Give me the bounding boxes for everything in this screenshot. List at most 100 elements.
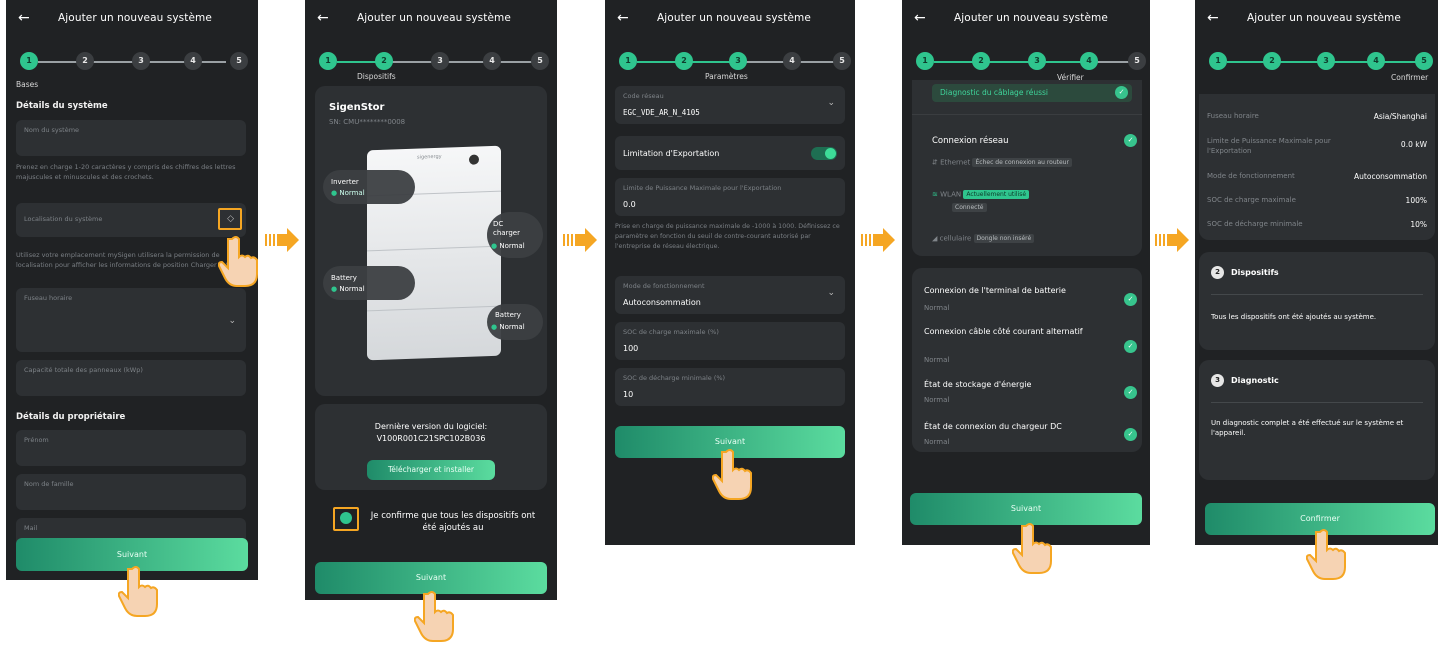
- wlan-row: ≋ WLAN Actuellement utilisé Connecté: [932, 190, 1030, 212]
- wiring-status: Diagnostic du câblage réussi ✓: [932, 84, 1132, 102]
- back-arrow-icon[interactable]: ←: [317, 10, 329, 26]
- step-3: 3: [1317, 52, 1335, 70]
- step-label: Bases: [16, 80, 39, 89]
- section-title: Détails du propriétaire: [16, 412, 126, 422]
- step-1: 1: [319, 52, 337, 70]
- step-1: 1: [20, 52, 38, 70]
- lastname-field[interactable]: Nom de famille: [16, 474, 246, 510]
- help-text: Prenez en charge 1-20 caractères y compr…: [16, 163, 236, 181]
- step-2: 2: [972, 52, 990, 70]
- capacity-field[interactable]: Capacité totale des panneaux (kWp): [16, 360, 246, 396]
- ethernet-icon: ⇵: [932, 158, 941, 167]
- step-3: 3: [132, 52, 150, 70]
- tap-hand-icon: [118, 566, 158, 617]
- highlight-box: [218, 208, 242, 230]
- next-button[interactable]: Suivant: [910, 493, 1142, 525]
- soc-charge-field[interactable]: SOC de charge maximale (%) 100: [615, 322, 845, 360]
- step-2: 2: [675, 52, 693, 70]
- diagnostic-card: 3 Diagnostic Un diagnostic complet a été…: [1199, 360, 1435, 480]
- device-name: SigenStor: [329, 102, 385, 113]
- page-title: Ajouter un nouveau système: [657, 12, 811, 24]
- tap-hand-icon: [1012, 523, 1052, 574]
- grid-code-select[interactable]: Code réseau EGC_VDE_AR_N_4105 ⌄: [615, 86, 845, 124]
- step-4: 4: [483, 52, 501, 70]
- timezone-select[interactable]: Fuseau horaire ⌄: [16, 288, 246, 352]
- chevron-down-icon: ⌄: [827, 288, 835, 298]
- step-5: 5: [230, 52, 248, 70]
- help-text: Utilisez votre emplacement mySigen utili…: [16, 251, 229, 269]
- tap-hand-icon: [712, 449, 752, 500]
- max-power-field[interactable]: Limite de Puissance Maximale pour l'Expo…: [615, 178, 845, 216]
- step-label: Dispositifs: [357, 72, 396, 81]
- next-arrow-icon: [861, 228, 895, 252]
- stepper: 1 2 3 4 5: [916, 52, 1146, 70]
- screen-basics: ← Ajouter un nouveau système 1 2 3 4 5 Ba…: [6, 0, 258, 580]
- page-title: Ajouter un nouveau système: [954, 12, 1108, 24]
- chevron-down-icon: ⌄: [827, 98, 835, 108]
- screen-confirm: ← Ajouter un nouveau système 1 2 3 4 5 Co…: [1195, 0, 1438, 545]
- help-text: Prise en charge de puissance maximale de…: [615, 223, 840, 250]
- section-title: Détails du système: [16, 101, 108, 111]
- stepper: 1 2 3 4 5: [619, 52, 851, 70]
- check-title: État de connexion du chargeur DC: [924, 422, 1062, 431]
- step-5: 5: [833, 52, 851, 70]
- step-5: 5: [1415, 52, 1433, 70]
- module-battery-2[interactable]: Battery ● Normal: [487, 304, 543, 340]
- next-arrow-icon: [265, 228, 299, 252]
- screen-devices: ← Ajouter un nouveau système 1 2 3 4 5 Di…: [305, 0, 557, 600]
- next-arrow-icon: [563, 228, 597, 252]
- module-battery-1[interactable]: Battery ● Normal: [323, 266, 415, 300]
- step-3: 3: [1028, 52, 1046, 70]
- location-field[interactable]: Localisation du système ◇: [16, 203, 246, 237]
- signal-icon: ◢: [932, 234, 940, 243]
- module-inverter[interactable]: Inverter ● Normal: [323, 170, 415, 204]
- ethernet-row: ⇵ Ethernet Échec de connexion au routeur: [932, 158, 1072, 167]
- step-4: 4: [1367, 52, 1385, 70]
- module-dc-charger[interactable]: DC charger ● Normal: [487, 212, 543, 258]
- step-1: 1: [1209, 52, 1227, 70]
- step-3: 3: [729, 52, 747, 70]
- step-4: 4: [184, 52, 202, 70]
- screen-verify: ← Ajouter un nouveau système 1 2 3 4 5 Vé…: [902, 0, 1150, 545]
- step-label: Confirmer: [1391, 73, 1429, 82]
- export-limit-row: Limitation d'Exportation: [615, 136, 845, 170]
- stepper: 1 2 3 4 5: [319, 52, 549, 70]
- step-5: 5: [1128, 52, 1146, 70]
- device-card: SigenStor SN: CMU********0008 sigenergy …: [315, 86, 547, 396]
- back-arrow-icon[interactable]: ←: [18, 10, 30, 26]
- software-card: Dernière version du logiciel: V100R001C2…: [315, 404, 547, 490]
- summary-card: Fuseau horaire Asia/Shanghai Limite de P…: [1199, 94, 1435, 240]
- next-arrow-icon: [1155, 228, 1189, 252]
- check-icon: ✓: [1124, 428, 1137, 441]
- check-icon: ✓: [1124, 386, 1137, 399]
- step-1: 1: [916, 52, 934, 70]
- step-1: 1: [619, 52, 637, 70]
- system-name-field[interactable]: Nom du système: [16, 120, 246, 156]
- step-4: 4: [1080, 52, 1098, 70]
- tap-hand-icon: [1306, 529, 1346, 580]
- soc-discharge-field[interactable]: SOC de décharge minimale (%) 10: [615, 368, 845, 406]
- check-title: État de stockage d'énergie: [924, 380, 1032, 389]
- check-icon: ✓: [1124, 134, 1137, 147]
- step-5: 5: [531, 52, 549, 70]
- page-title: Ajouter un nouveau système: [58, 12, 212, 24]
- mode-select[interactable]: Mode de fonctionnement Autoconsommation ⌄: [615, 276, 845, 314]
- tap-hand-icon: [218, 236, 258, 287]
- checks-card: Connexion de l'terminal de batterie Norm…: [912, 268, 1142, 452]
- download-install-button[interactable]: Télécharger et installer: [367, 460, 495, 480]
- back-arrow-icon[interactable]: ←: [617, 10, 629, 26]
- wifi-icon: ≋: [932, 190, 941, 199]
- firstname-field[interactable]: Prénom: [16, 430, 246, 466]
- step-4: 4: [783, 52, 801, 70]
- step-2: 2: [375, 52, 393, 70]
- back-arrow-icon[interactable]: ←: [914, 10, 926, 26]
- highlight-box: [333, 507, 359, 531]
- step-2: 2: [1263, 52, 1281, 70]
- network-title: Connexion réseau: [932, 136, 1009, 146]
- network-card: Diagnostic du câblage réussi ✓ Connexion…: [912, 80, 1142, 256]
- export-limit-toggle[interactable]: [811, 147, 837, 160]
- step-3: 3: [431, 52, 449, 70]
- device-sn: SN: CMU********0008: [329, 118, 406, 126]
- cellular-row: ◢ cellulaire Dongle non inséré: [932, 234, 1035, 243]
- back-arrow-icon[interactable]: ←: [1207, 10, 1219, 26]
